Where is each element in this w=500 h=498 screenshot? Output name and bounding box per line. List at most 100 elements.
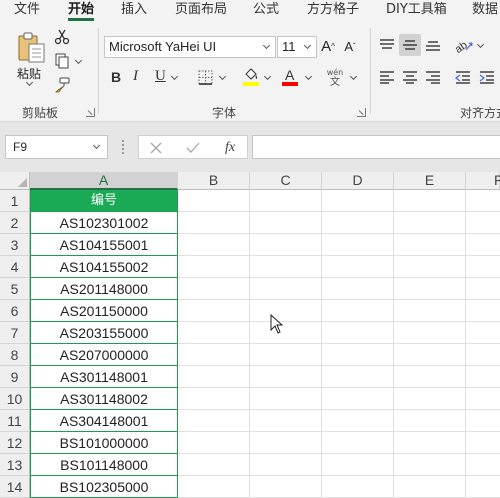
increase-font-size-icon[interactable]: A ^: [319, 35, 337, 57]
align-bottom-icon[interactable]: [423, 34, 443, 56]
borders-icon[interactable]: [197, 69, 213, 85]
mouse-pointer-icon: [270, 313, 284, 338]
cell-a4[interactable]: AS104155002: [30, 256, 178, 278]
column-header-d[interactable]: D: [322, 172, 394, 190]
menu-bar: 文件 开始 插入 页面布局 公式 方方格子 DIY工具箱 数据: [0, 0, 500, 22]
phonetic-dropdown-caret[interactable]: [349, 72, 358, 81]
fill-color-icon[interactable]: [242, 67, 260, 87]
copy-dropdown-caret[interactable]: [74, 56, 83, 65]
cell-a6[interactable]: AS201150000: [30, 300, 178, 322]
font-size-value: 11: [282, 39, 296, 54]
font-launcher-icon[interactable]: [357, 108, 366, 117]
formula-input[interactable]: [252, 135, 500, 159]
phonetic-guide-icon[interactable]: wén 文: [323, 67, 347, 89]
decrease-indent-icon[interactable]: [453, 66, 473, 88]
font-color-swatch: [282, 82, 298, 86]
insert-function-icon[interactable]: fx: [219, 138, 241, 158]
tab-fangfang-gezi[interactable]: 方方格子: [307, 0, 359, 22]
orientation-dropdown-caret[interactable]: [476, 40, 485, 49]
tab-home[interactable]: 开始: [68, 0, 95, 22]
alignment-group-label: 对齐方式: [460, 106, 500, 120]
font-size-dropdown[interactable]: 11: [277, 36, 317, 58]
svg-text:A: A: [285, 67, 295, 83]
row-header-14[interactable]: 14: [0, 476, 30, 498]
column-header-c[interactable]: C: [250, 172, 322, 190]
fill-color-swatch: [243, 82, 259, 86]
formula-buttons: fx: [138, 135, 248, 159]
increase-indent-icon[interactable]: [477, 66, 497, 88]
row-header-10[interactable]: 10: [0, 388, 30, 410]
row-header-5[interactable]: 5: [0, 278, 30, 300]
tab-file[interactable]: 文件: [14, 0, 40, 22]
underline-button[interactable]: U: [155, 68, 166, 85]
row-header-2[interactable]: 2: [0, 212, 30, 234]
row-header-6[interactable]: 6: [0, 300, 30, 322]
clipboard-group-label: 剪贴板: [22, 106, 59, 120]
cell-a1-header[interactable]: 编号: [30, 190, 178, 212]
row-header-3[interactable]: 3: [0, 234, 30, 256]
font-color-dropdown-caret[interactable]: [304, 72, 313, 81]
grid-line: [465, 190, 466, 498]
row-header-1[interactable]: 1: [0, 190, 30, 212]
name-box[interactable]: F9: [5, 135, 108, 159]
cell-a8[interactable]: AS207000000: [30, 344, 178, 366]
tab-formulas[interactable]: 公式: [253, 0, 279, 22]
svg-text:ab: ab: [454, 39, 470, 53]
cell-a7[interactable]: AS203155000: [30, 322, 178, 344]
tab-diy-toolbox[interactable]: DIY工具箱: [386, 0, 447, 22]
underline-dropdown-caret[interactable]: [170, 72, 179, 81]
grid-line: [321, 190, 322, 498]
row-header-4[interactable]: 4: [0, 256, 30, 278]
tab-data[interactable]: 数据: [472, 0, 498, 22]
format-painter-icon[interactable]: [53, 76, 71, 94]
tab-page-layout[interactable]: 页面布局: [175, 0, 227, 22]
cell-a10[interactable]: AS301148002: [30, 388, 178, 410]
cell-a13[interactable]: BS101148000: [30, 454, 178, 476]
cell-a2[interactable]: AS102301002: [30, 212, 178, 234]
cell-a12[interactable]: BS101000000: [30, 432, 178, 454]
cell-a3[interactable]: AS104155001: [30, 234, 178, 256]
ribbon: 粘贴 剪贴板 Microsoft YaHei UI 11 A ^ Aˇ B I …: [0, 22, 500, 122]
bold-button[interactable]: B: [111, 69, 121, 85]
group-divider: [370, 28, 371, 114]
cut-icon[interactable]: [53, 28, 71, 46]
row-header-8[interactable]: 8: [0, 344, 30, 366]
orientation-icon[interactable]: ab: [453, 34, 475, 56]
align-middle-icon[interactable]: [399, 34, 421, 56]
formula-bar-splitter[interactable]: [122, 140, 124, 154]
formula-bar: F9 fx: [0, 122, 500, 172]
select-all-corner[interactable]: [0, 172, 30, 190]
paste-icon[interactable]: [14, 30, 48, 64]
align-left-icon[interactable]: [377, 66, 397, 88]
column-header-f[interactable]: F: [466, 172, 500, 190]
row-header-7[interactable]: 7: [0, 322, 30, 344]
tab-insert[interactable]: 插入: [121, 0, 147, 22]
align-center-icon[interactable]: [399, 66, 421, 88]
clipboard-launcher-icon[interactable]: [86, 108, 95, 117]
column-header-e[interactable]: E: [394, 172, 466, 190]
grid-line: [249, 190, 250, 498]
row-header-12[interactable]: 12: [0, 432, 30, 454]
copy-icon[interactable]: [53, 52, 71, 70]
enter-check-icon[interactable]: [184, 139, 202, 157]
align-right-icon[interactable]: [423, 66, 443, 88]
cell-a14[interactable]: BS102305000: [30, 476, 178, 498]
row-header-9[interactable]: 9: [0, 366, 30, 388]
column-header-a[interactable]: A: [30, 172, 178, 190]
align-top-icon[interactable]: [377, 34, 397, 56]
row-header-11[interactable]: 11: [0, 410, 30, 432]
font-color-icon[interactable]: A: [281, 67, 299, 87]
grid-line: [393, 190, 394, 498]
font-name-dropdown[interactable]: Microsoft YaHei UI: [104, 36, 276, 58]
cancel-icon[interactable]: [147, 139, 165, 157]
cell-a9[interactable]: AS301148001: [30, 366, 178, 388]
borders-dropdown-caret[interactable]: [218, 72, 227, 81]
column-header-b[interactable]: B: [178, 172, 250, 190]
decrease-font-size-icon[interactable]: Aˇ: [341, 35, 359, 57]
cell-a11[interactable]: AS304148001: [30, 410, 178, 432]
italic-button[interactable]: I: [133, 68, 138, 85]
cell-a5[interactable]: AS201148000: [30, 278, 178, 300]
row-header-13[interactable]: 13: [0, 454, 30, 476]
worksheet-grid[interactable]: A B C D E F 1 2 3 4 5 6 7 8 9 10 11 12 1…: [0, 172, 500, 498]
fill-color-dropdown-caret[interactable]: [263, 72, 272, 81]
